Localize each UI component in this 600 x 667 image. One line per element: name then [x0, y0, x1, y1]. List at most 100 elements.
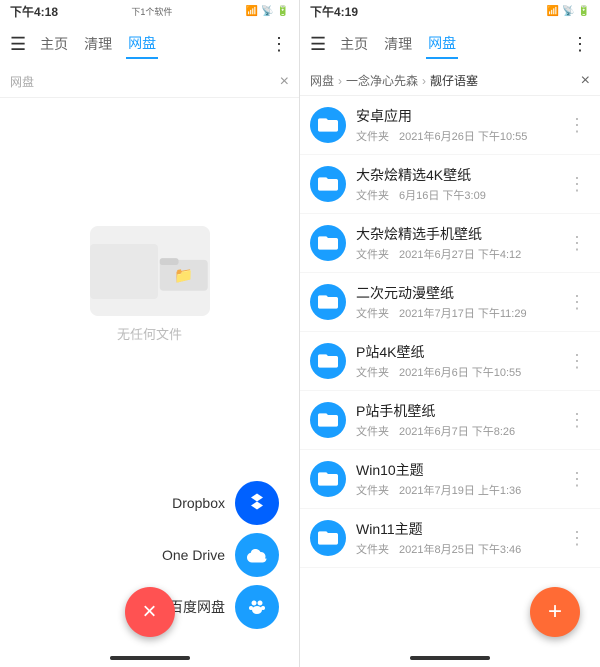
- baidu-button[interactable]: [235, 585, 279, 629]
- file-type: 文件夹: [356, 187, 389, 203]
- right-nav-more[interactable]: ⋮: [571, 34, 590, 55]
- file-item[interactable]: P站手机壁纸 文件夹 2021年6月7日 下午8:26 ⋮: [300, 391, 600, 450]
- file-folder-icon: [310, 520, 346, 556]
- breadcrumb-root[interactable]: 网盘: [310, 72, 334, 89]
- left-time: 下午4:18: [10, 3, 58, 20]
- right-home-indicator: [300, 649, 600, 667]
- baidu-label: 百度网盘: [169, 597, 225, 617]
- file-info: 二次元动漫壁纸 文件夹 2021年7月17日 下午11:29: [356, 283, 554, 321]
- file-item[interactable]: 大杂烩精选4K壁纸 文件夹 6月16日 下午3:09 ⋮: [300, 155, 600, 214]
- breadcrumb: 网盘 › 一念净心先森 › 靓仔语塞 ×: [300, 66, 600, 96]
- breadcrumb-sep2: ›: [422, 74, 426, 88]
- left-nav-cloud[interactable]: 网盘: [126, 29, 158, 59]
- left-nav-clean[interactable]: 清理: [82, 30, 114, 58]
- svg-text:📁: 📁: [174, 267, 193, 284]
- onedrive-row: One Drive: [162, 533, 279, 577]
- left-top-nav: ☰ 主页 清理 网盘 ⋮: [0, 22, 299, 66]
- file-info: 安卓应用 文件夹 2021年6月26日 下午10:55: [356, 106, 554, 144]
- file-more-icon[interactable]: ⋮: [564, 170, 590, 199]
- right-battery-icon: 🔋: [578, 6, 590, 17]
- breadcrumb-level1[interactable]: 一念净心先森: [346, 72, 418, 89]
- onedrive-label: One Drive: [162, 547, 225, 563]
- file-folder-icon: [310, 284, 346, 320]
- file-name: P站4K壁纸: [356, 342, 554, 362]
- file-folder-icon: [310, 225, 346, 261]
- file-more-icon[interactable]: ⋮: [564, 229, 590, 258]
- file-folder-icon: [310, 343, 346, 379]
- file-more-icon[interactable]: ⋮: [564, 288, 590, 317]
- folder-svg: [318, 174, 338, 194]
- left-fab-container: ×: [125, 587, 175, 637]
- dropbox-row: Dropbox: [172, 481, 279, 525]
- dropbox-button[interactable]: [235, 481, 279, 525]
- file-info: P站手机壁纸 文件夹 2021年6月7日 下午8:26: [356, 401, 554, 439]
- right-home-bar: [410, 656, 490, 660]
- left-search-bar: 网盘 ×: [0, 66, 299, 98]
- file-meta: 文件夹 2021年6月26日 下午10:55: [356, 128, 554, 144]
- left-nav-home[interactable]: 主页: [38, 30, 70, 58]
- file-more-icon[interactable]: ⋮: [564, 406, 590, 435]
- file-item[interactable]: P站4K壁纸 文件夹 2021年6月6日 下午10:55 ⋮: [300, 332, 600, 391]
- file-date: 2021年6月27日 下午4:12: [399, 246, 521, 262]
- folder-svg: [318, 233, 338, 253]
- left-search-label: 网盘: [10, 73, 34, 90]
- file-name: 大杂烩精选手机壁纸: [356, 224, 554, 244]
- file-more-icon[interactable]: ⋮: [564, 465, 590, 494]
- file-type: 文件夹: [356, 246, 389, 262]
- file-more-icon[interactable]: ⋮: [564, 347, 590, 376]
- left-nav-more[interactable]: ⋮: [270, 34, 289, 55]
- file-item[interactable]: 大杂烩精选手机壁纸 文件夹 2021年6月27日 下午4:12 ⋮: [300, 214, 600, 273]
- right-menu-icon[interactable]: ☰: [310, 34, 326, 55]
- file-item[interactable]: 二次元动漫壁纸 文件夹 2021年7月17日 下午11:29 ⋮: [300, 273, 600, 332]
- right-status-icons: 📶 📡 🔋: [547, 6, 590, 17]
- file-item[interactable]: 安卓应用 文件夹 2021年6月26日 下午10:55 ⋮: [300, 96, 600, 155]
- file-name: 二次元动漫壁纸: [356, 283, 554, 303]
- file-type: 文件夹: [356, 305, 389, 321]
- right-nav-cloud[interactable]: 网盘: [426, 29, 458, 59]
- file-type: 文件夹: [356, 482, 389, 498]
- file-type: 文件夹: [356, 423, 389, 439]
- right-wifi-icon: 📡: [562, 6, 574, 17]
- left-empty-text: 无任何文件: [117, 324, 182, 343]
- file-folder-icon: [310, 107, 346, 143]
- onedrive-icon: [245, 543, 269, 567]
- file-folder-icon: [310, 166, 346, 202]
- file-more-icon[interactable]: ⋮: [564, 524, 590, 553]
- file-type: 文件夹: [356, 128, 389, 144]
- right-nav-clean[interactable]: 清理: [382, 30, 414, 58]
- file-date: 2021年7月17日 下午11:29: [399, 305, 527, 321]
- file-list: 安卓应用 文件夹 2021年6月26日 下午10:55 ⋮ 大杂烩精选4K壁纸 …: [300, 96, 600, 649]
- right-panel: 下午4:19 📶 📡 🔋 ☰ 主页 清理 网盘 ⋮ 网盘 › 一念净心先森 › …: [300, 0, 600, 667]
- breadcrumb-close[interactable]: ×: [581, 72, 590, 90]
- folder-svg: [318, 528, 338, 548]
- baidu-row: 百度网盘: [169, 585, 279, 629]
- left-status-bar: 下午4:18 下1个软件 📶 📡 🔋: [0, 0, 299, 22]
- right-nav-home[interactable]: 主页: [338, 30, 370, 58]
- onedrive-button[interactable]: [235, 533, 279, 577]
- folder-svg: [318, 469, 338, 489]
- file-info: Win10主题 文件夹 2021年7月19日 上午1:36: [356, 460, 554, 498]
- file-more-icon[interactable]: ⋮: [564, 111, 590, 140]
- file-item[interactable]: Win11主题 文件夹 2021年8月25日 下午3:46 ⋮: [300, 509, 600, 568]
- folder-svg: [318, 410, 338, 430]
- file-meta: 文件夹 6月16日 下午3:09: [356, 187, 554, 203]
- file-meta: 文件夹 2021年8月25日 下午3:46: [356, 541, 554, 557]
- left-home-bar: [110, 656, 190, 660]
- file-item[interactable]: Win10主题 文件夹 2021年7月19日 上午1:36 ⋮: [300, 450, 600, 509]
- file-date: 2021年8月25日 下午3:46: [399, 541, 521, 557]
- file-date: 2021年7月19日 上午1:36: [399, 482, 521, 498]
- file-name: Win10主题: [356, 460, 554, 480]
- left-search-close[interactable]: ×: [280, 73, 289, 91]
- left-wifi-icon: 📡: [261, 6, 273, 17]
- file-info: P站4K壁纸 文件夹 2021年6月6日 下午10:55: [356, 342, 554, 380]
- left-fab-close[interactable]: ×: [125, 587, 175, 637]
- left-empty-image: 📁: [90, 226, 210, 316]
- file-meta: 文件夹 2021年6月27日 下午4:12: [356, 246, 554, 262]
- file-info: Win11主题 文件夹 2021年8月25日 下午3:46: [356, 519, 554, 557]
- file-info: 大杂烩精选手机壁纸 文件夹 2021年6月27日 下午4:12: [356, 224, 554, 262]
- breadcrumb-sep1: ›: [338, 74, 342, 88]
- dropbox-label: Dropbox: [172, 495, 225, 511]
- dropbox-icon: [245, 491, 269, 515]
- left-menu-icon[interactable]: ☰: [10, 34, 26, 55]
- right-fab-add[interactable]: +: [530, 587, 580, 637]
